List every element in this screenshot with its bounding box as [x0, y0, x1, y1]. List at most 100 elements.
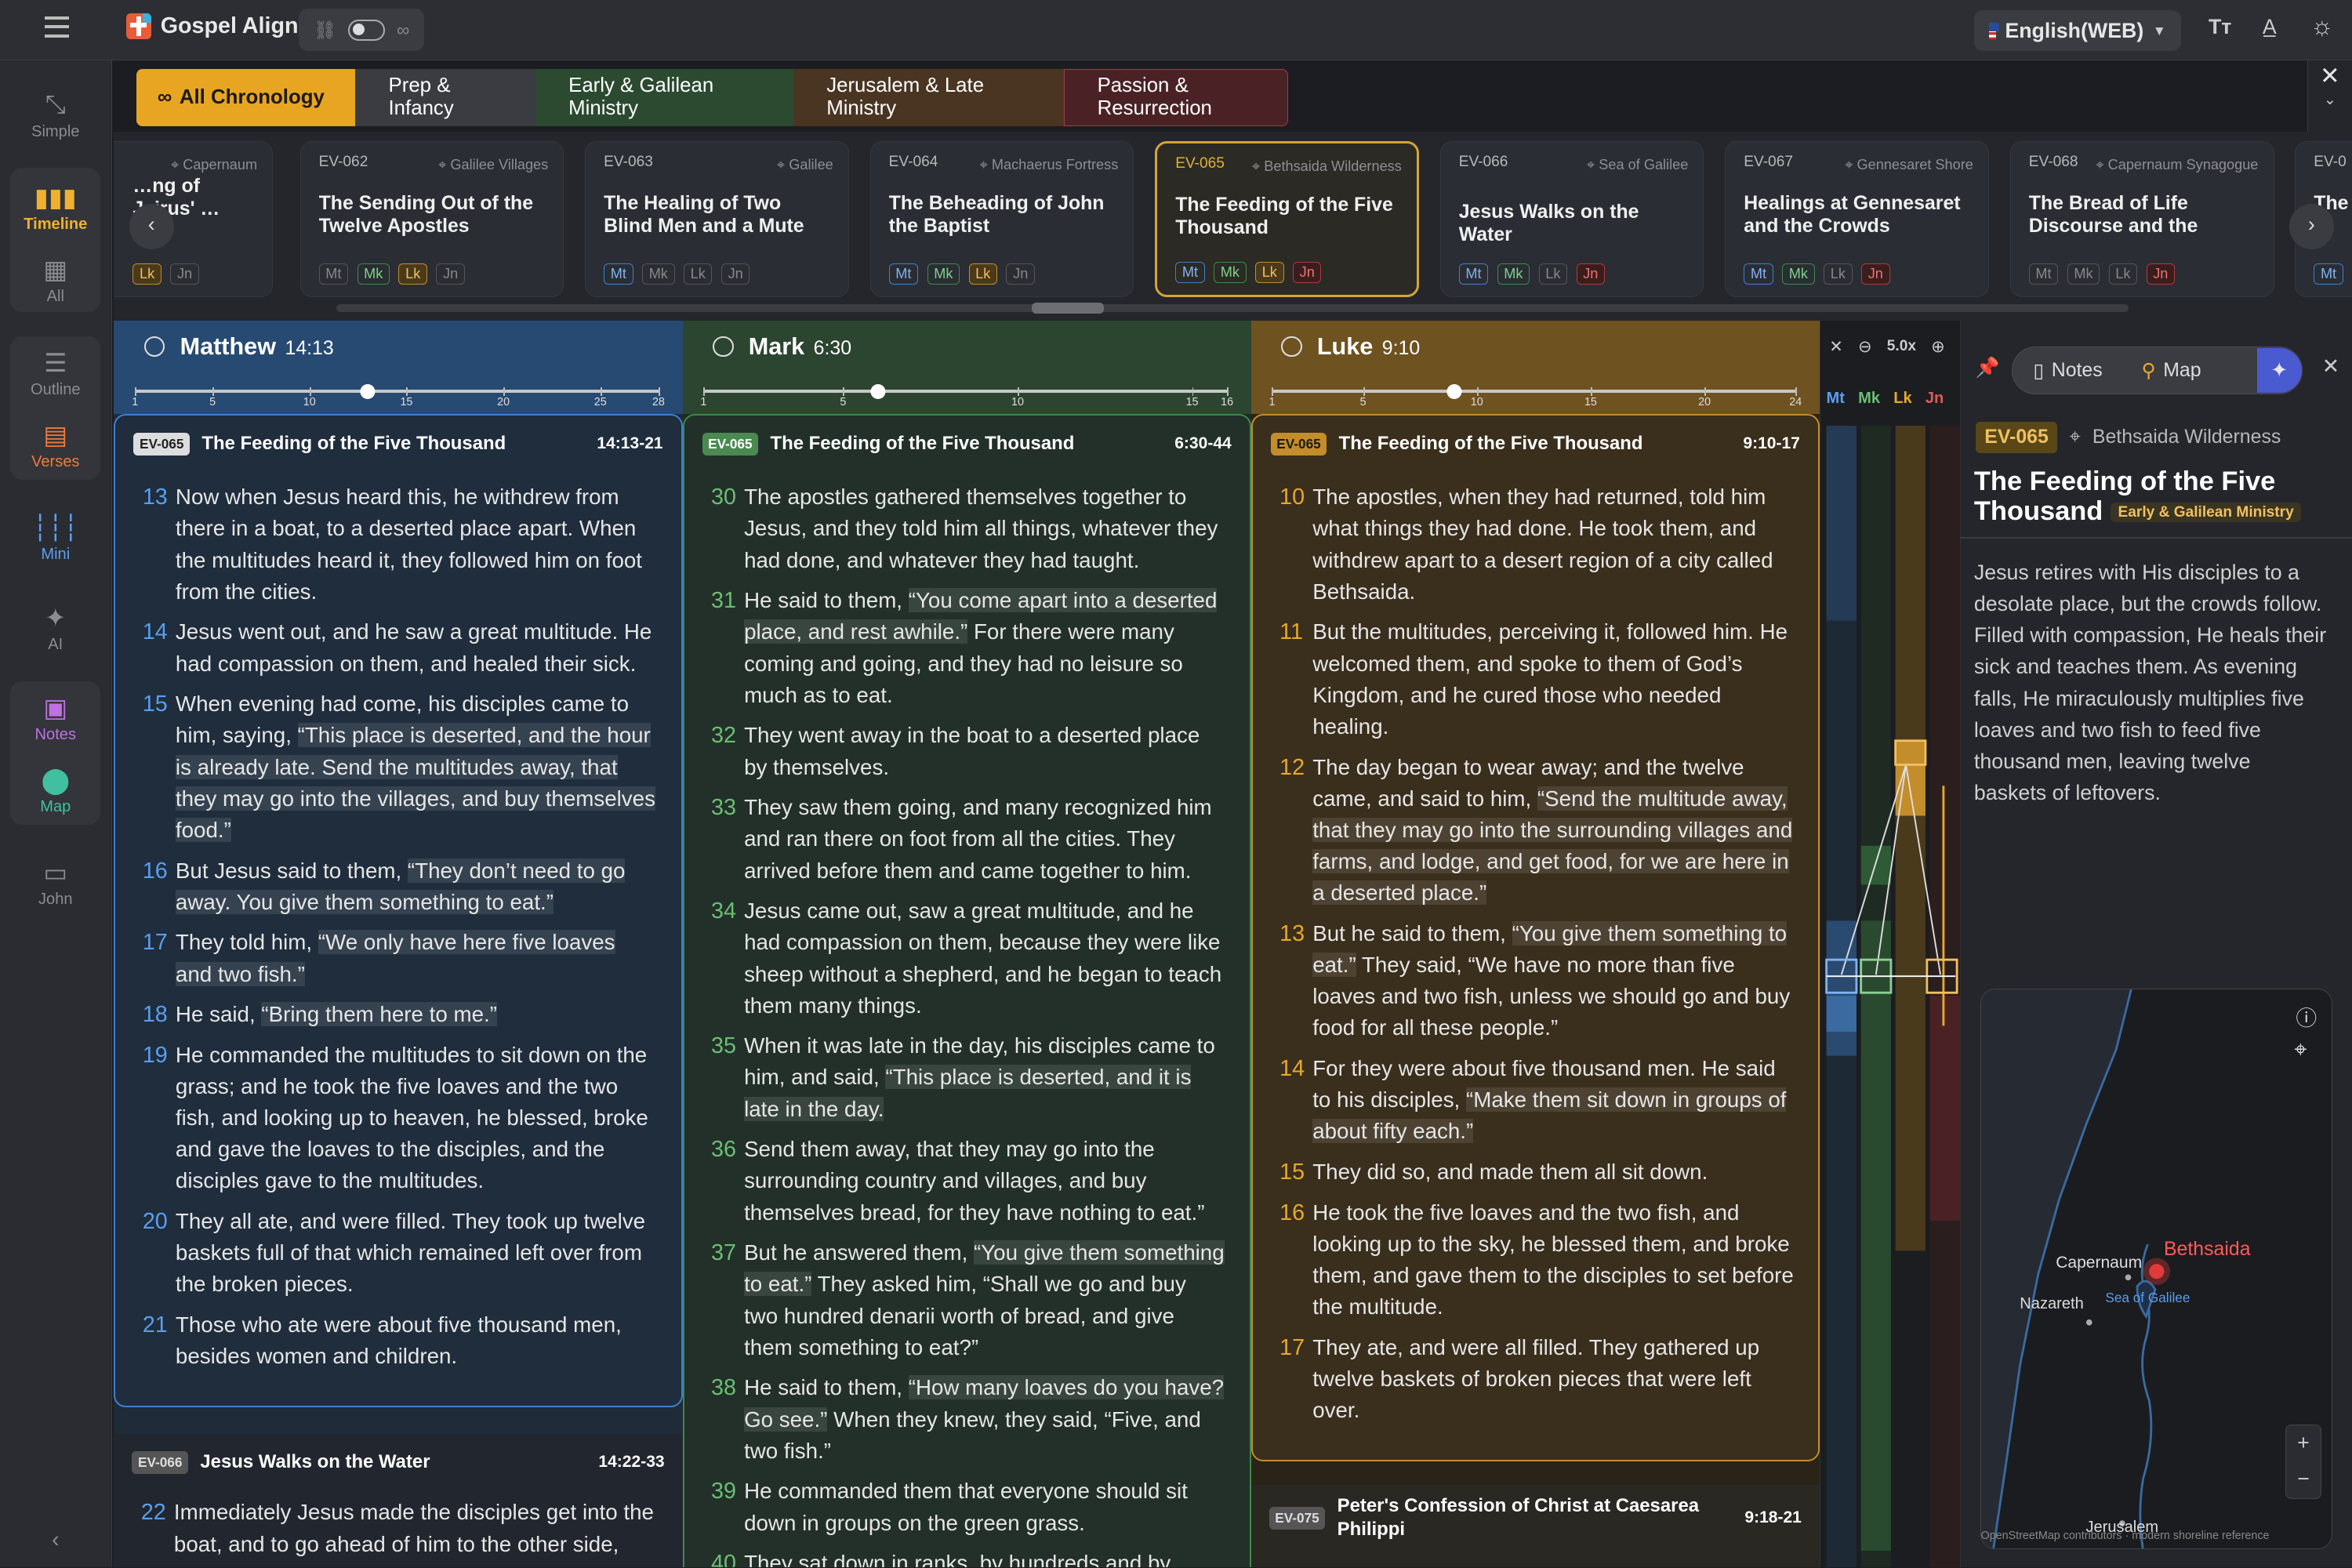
verse[interactable]: 11 But the multitudes, perceiving it, fol…: [1279, 616, 1794, 742]
next-passage[interactable]: EV-075 Peter's Confession of Christ at Ca…: [1250, 1485, 1820, 1568]
link-icon[interactable]: ∞: [397, 20, 409, 41]
rail-outline[interactable]: ☰ Outline: [9, 348, 102, 399]
event-card[interactable]: EV-064 ⌖ Machaerus Fortress The Beheadin…: [869, 140, 1134, 297]
verse[interactable]: 18 He said, “Bring them here to me.”: [143, 999, 657, 1030]
rail-timeline[interactable]: ▮▮▮ Timeline: [9, 183, 102, 234]
verse[interactable]: 30 The apostles gathered themselves toget…: [711, 481, 1225, 576]
theme-sun-icon[interactable]: ☼: [2307, 12, 2337, 41]
slider-knob[interactable]: [1446, 383, 1462, 399]
verse[interactable]: 17 They told him, “We only have here five…: [143, 927, 657, 989]
chapter-slider[interactable]: 1 5 10 15 16: [700, 383, 1233, 408]
close-icon[interactable]: ✕: [2322, 354, 2339, 379]
chapter-slider[interactable]: 1 5 10 15 20 24: [1269, 383, 1802, 408]
verse[interactable]: 21 Those who ate were about five thousand…: [143, 1309, 657, 1372]
verse[interactable]: 35 When it was late in the day, his disci…: [711, 1030, 1225, 1125]
slider-tick: [1795, 387, 1798, 397]
tab-early-galilean[interactable]: Early & Galilean Ministry: [535, 69, 794, 126]
rail-simple[interactable]: ⤡ Simple: [9, 90, 102, 141]
verse[interactable]: 12 The day began to wear away; and the tw…: [1279, 752, 1794, 909]
slider-knob[interactable]: [360, 383, 376, 399]
rail-map[interactable]: ⬤ Map: [9, 765, 102, 816]
tab-jerusalem-late[interactable]: Jerusalem & Late Ministry: [793, 69, 1064, 126]
rail-mini[interactable]: ┆┆┆ Mini: [9, 513, 102, 564]
verse[interactable]: 13 Now when Jesus heard this, he withdrew…: [143, 481, 657, 608]
chapter-slider[interactable]: 1 5 10 15 20 25 28: [132, 383, 665, 408]
ai-sparkle-button[interactable]: ✦: [2256, 347, 2302, 394]
slider-knob[interactable]: [870, 383, 886, 399]
sync-toggle[interactable]: [348, 19, 385, 41]
verse[interactable]: 33 They saw them going, and many recogniz…: [711, 792, 1225, 887]
rail-notes[interactable]: ▣ Notes: [9, 693, 102, 744]
zoom-in-icon[interactable]: ⊕: [1931, 336, 1945, 357]
event-card[interactable]: EV-066 ⌖ Sea of Galilee Jesus Walks on t…: [1439, 140, 1704, 297]
tab-passion-resurrection[interactable]: Passion & Resurrection: [1063, 69, 1289, 126]
collapse-circle-icon[interactable]: [1280, 336, 1302, 358]
verse[interactable]: 39 He commanded them that everyone should…: [711, 1475, 1225, 1538]
strip-next-button[interactable]: ›: [2288, 204, 2335, 249]
strip-scrollbar[interactable]: [336, 303, 2129, 314]
verse[interactable]: 19 He commanded the multitudes to sit dow…: [143, 1040, 657, 1197]
verse[interactable]: 31 He said to them, “You come apart into …: [711, 585, 1225, 711]
rail-verses[interactable]: ▤ Verses: [9, 420, 102, 471]
verse[interactable]: 38 He said to them, “How many loaves do y…: [711, 1372, 1225, 1467]
verse[interactable]: 34 Jesus came out, saw a great multitude,…: [711, 895, 1225, 1022]
passage-header: EV-065 The Feeding of the Five Thousand 9:…: [1253, 416, 1818, 473]
language-select[interactable]: English(WEB) ▼: [1973, 10, 2181, 52]
verse[interactable]: 20 They all ate, and were filled. They to…: [143, 1206, 657, 1301]
event-card[interactable]: EV-068 ⌖ Capernaum Synagogue The Bread o…: [2009, 140, 2274, 297]
verse[interactable]: 32 They went away in the boat to a desert…: [711, 720, 1225, 782]
verse-number: 21: [142, 1312, 168, 1338]
zoom-out-icon[interactable]: ⊖: [1858, 336, 1872, 357]
pin-icon[interactable]: 📌: [1976, 357, 2000, 379]
strip-prev-button[interactable]: ‹: [129, 204, 174, 249]
menu-icon[interactable]: [45, 16, 69, 38]
collapse-rail-icon[interactable]: ‹: [9, 1527, 102, 1553]
rail-john[interactable]: ▭ John: [9, 858, 102, 909]
language-label: English(WEB): [2005, 18, 2144, 42]
tab-map[interactable]: ⚲ Map: [2141, 359, 2201, 383]
text-style-icon[interactable]: A̲: [2255, 15, 2285, 39]
locate-icon[interactable]: ⌖: [2294, 1037, 2307, 1063]
map-zoom-out-button[interactable]: −: [2286, 1461, 2321, 1497]
chevron-down-icon[interactable]: ⌄: [2308, 90, 2352, 109]
card-location: ⌖ Capernaum Synagogue: [2096, 156, 2259, 172]
rail-all[interactable]: ▦ All: [9, 255, 102, 306]
verse[interactable]: 17 They ate, and were all filled. They ga…: [1279, 1332, 1794, 1427]
close-icon[interactable]: ✕: [1829, 336, 1843, 357]
collapse-circle-icon[interactable]: [143, 336, 165, 358]
event-card[interactable]: EV-062 ⌖ Galilee Villages The Sending Ou…: [299, 140, 564, 297]
verse[interactable]: 16 He took the five loaves and the two fi…: [1279, 1197, 1794, 1323]
tab-prep-infancy[interactable]: Prep & Infancy: [355, 69, 536, 126]
app-brand[interactable]: Gospel Align: [125, 13, 299, 39]
mini-tracks[interactable]: [1820, 426, 1962, 1568]
info-icon[interactable]: ⓘ: [2296, 1001, 2317, 1032]
verse[interactable]: 37 But he answered them, “You give them s…: [711, 1237, 1225, 1363]
verse[interactable]: 14 Jesus went out, and he saw a great mul…: [143, 616, 657, 679]
left-rail: ⤡ Simple ▮▮▮ Timeline ▦ All ☰ Outline ▤ Verse…: [0, 60, 113, 1568]
unlink-icon[interactable]: ⛓: [314, 20, 336, 41]
event-location: Bethsaida Wilderness: [2092, 426, 2281, 448]
font-size-icon[interactable]: Tт: [2205, 15, 2235, 39]
verse[interactable]: 15 They did so, and made them all sit dow…: [1279, 1156, 1794, 1188]
verse[interactable]: 36 Send them away, that they may go into …: [711, 1134, 1225, 1229]
verse[interactable]: 22 Immediately Jesus made the disciples g…: [114, 1497, 682, 1559]
verse[interactable]: 14 For they were about five thousand men.…: [1279, 1053, 1794, 1148]
mini-toolbar: ✕ ⊖ 5.0x ⊕: [1829, 336, 1944, 357]
map-view[interactable]: Capernaum Bethsaida Nazareth Sea of Gali…: [1980, 988, 2333, 1550]
sync-toggle-group[interactable]: ⛓ ∞: [298, 9, 425, 52]
tab-notes[interactable]: ▯ Notes: [2034, 359, 2103, 383]
event-card-selected[interactable]: EV-065 ⌖ Bethsaida Wilderness The Feedin…: [1155, 140, 1419, 297]
map-zoom-in-button[interactable]: +: [2286, 1425, 2321, 1461]
verse[interactable]: 16 But Jesus said to them, “They don’t ne…: [143, 855, 657, 918]
event-card[interactable]: EV-063 ⌖ Galilee The Healing of Two Blin…: [585, 140, 849, 297]
verse[interactable]: 13 But he said to them, “You give them so…: [1279, 918, 1794, 1044]
event-card[interactable]: EV-067 ⌖ Gennesaret Shore Healings at Ge…: [1725, 140, 1990, 297]
rail-ai[interactable]: ✦ AI: [9, 603, 102, 654]
verse[interactable]: 10 The apostles, when they had returned, …: [1279, 481, 1794, 608]
verse[interactable]: 40 They sat down in ranks, by hundreds an…: [711, 1548, 1225, 1567]
tab-all-chronology[interactable]: ∞ All Chronology: [136, 69, 356, 126]
close-icon[interactable]: ✕: [2308, 63, 2352, 90]
collapse-circle-icon[interactable]: [712, 336, 734, 358]
verse[interactable]: 15 When evening had come, his disciples c…: [143, 688, 657, 846]
passage-header[interactable]: EV-066 Jesus Walks on the Water 14:22-33: [114, 1434, 682, 1491]
